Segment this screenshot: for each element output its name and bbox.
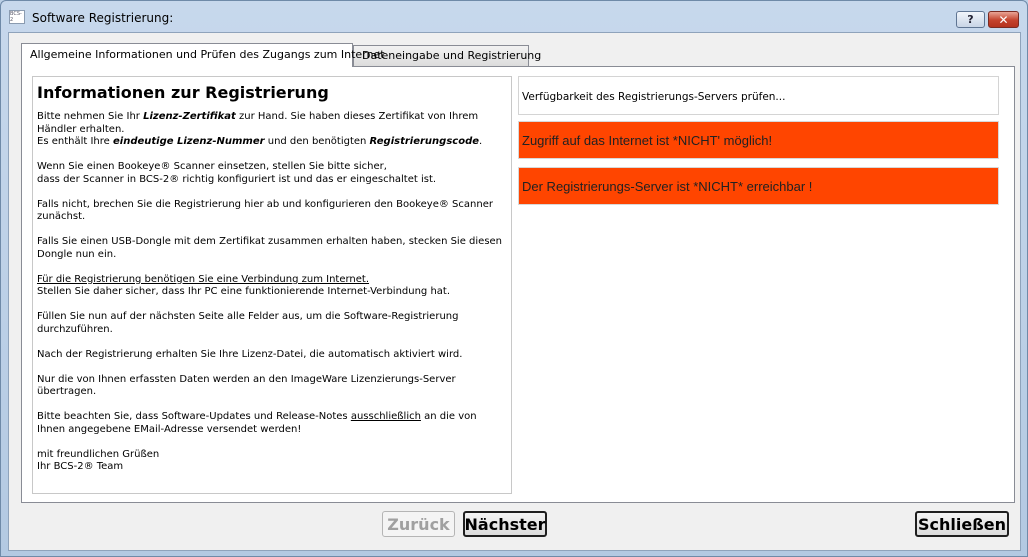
info-text: dass der Scanner in BCS-2® richtig konfi… [37,173,437,185]
info-underlined: Für die Registrierung benötigen Sie eine… [37,273,370,285]
info-paragraph-scanner: Wenn Sie einen Bookeye® Scanner einsetze… [37,161,507,186]
info-paragraph-signature: mit freundlichen Grüßen Ihr BCS-2® Team [37,449,507,474]
info-text: Es enthält Ihre [37,136,113,147]
registration-window: BCS-2 Software Registrierung: ? ✕ Allgem… [0,0,1028,557]
info-paragraph-dongle: Falls Sie einen USB-Dongle mit dem Zerti… [37,236,503,260]
info-paragraph-certificate: Bitte nehmen Sie Ihr Lizenz-Zertifikat z… [37,111,507,149]
back-button[interactable]: Zurück [382,511,455,537]
info-text: Bitte nehmen Sie Ihr [37,111,144,122]
close-button[interactable]: Schließen [915,511,1009,537]
window-title: Software Registrierung: [32,11,174,25]
info-paragraph-fill: Füllen Sie nun auf der nächsten Seite al… [37,311,459,335]
info-text: . [479,136,483,147]
info-paragraph-license: Nach der Registrierung erhalten Sie Ihre… [37,348,463,360]
info-text: und den benötigten [264,136,370,147]
title-bar[interactable]: BCS-2 Software Registrierung: ? ✕ [1,1,1027,33]
info-paragraph-email: Bitte beachten Sie, dass Software-Update… [37,411,507,436]
next-button[interactable]: Nächster [463,511,547,537]
info-text: mit freundlichen Grüßen [37,448,160,460]
internet-error-message: Zugriff auf das Internet ist *NICHT' mög… [518,121,999,159]
tab-panel: Informationen zur Registrierung Bitte ne… [21,66,1015,503]
close-icon: ✕ [998,12,1009,27]
close-window-button[interactable]: ✕ [988,11,1019,28]
info-panel: Informationen zur Registrierung Bitte ne… [32,76,512,494]
info-text: Bitte beachten Sie, dass Software-Update… [37,411,351,422]
help-button[interactable]: ? [956,11,985,28]
tab-general-info[interactable]: Allgemeine Informationen und Prüfen des … [21,43,385,67]
info-paragraph-internet: Für die Registrierung benötigen Sie eine… [37,274,507,299]
info-paragraph-abort: Falls nicht, brechen Sie die Registrieru… [37,198,493,223]
server-error-message: Der Registrierungs-Server ist *NICHT* er… [518,167,999,205]
info-emphasis: Registrierungscode [369,136,480,147]
info-text: Stellen Sie daher sicher, dass Ihr PC ei… [37,286,451,297]
info-text: Wenn Sie einen Bookeye® Scanner einsetze… [37,161,387,172]
app-icon: BCS-2 [9,10,25,24]
info-underlined: ausschließlich [350,411,421,422]
info-emphasis: Lizenz-Zertifikat [143,111,236,122]
info-text: Ihr BCS-2® Team [37,461,124,472]
info-paragraph-privacy: Nur die von Ihnen erfassten Daten werden… [37,373,456,398]
server-check-status: Verfügbarkeit des Registrierungs-Servers… [518,76,999,115]
info-title: Informationen zur Registrierung [37,83,329,102]
info-emphasis: eindeutige Lizenz-Nummer [112,136,265,147]
dialog-client-area: Allgemeine Informationen und Prüfen des … [8,32,1021,551]
